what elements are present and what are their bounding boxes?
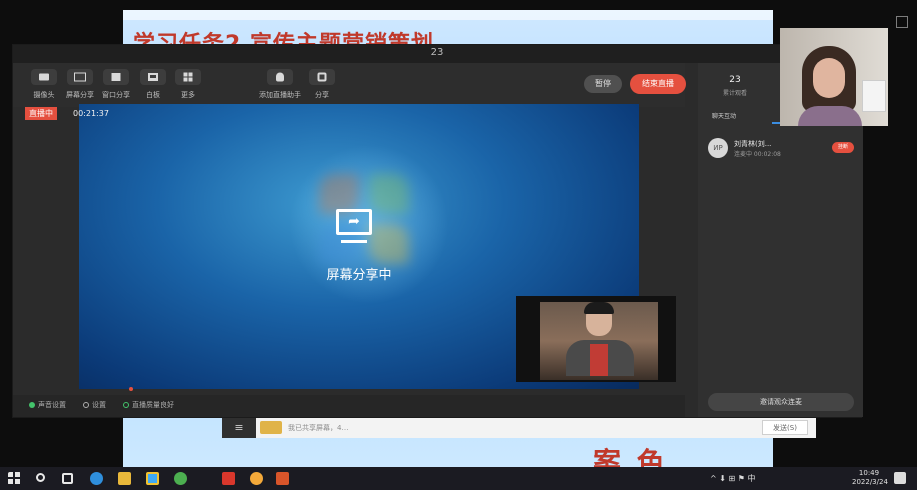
- host-camera-feed[interactable]: [780, 28, 888, 126]
- add-assistant-label: 添加直播助手: [259, 91, 301, 99]
- audio-settings-button[interactable]: 声音设置: [29, 400, 66, 410]
- viewer-list-item: ИР 刘青林(刘... 连麦中 00:02:08 挂断: [708, 138, 858, 162]
- stream-quality-indicator: 直播质量良好: [123, 400, 174, 410]
- share-icon: [317, 72, 327, 82]
- search-icon[interactable]: [36, 473, 45, 482]
- screen-share-icon: [74, 72, 86, 82]
- window-title: 23: [430, 47, 444, 58]
- settings-button[interactable]: 设置: [83, 400, 106, 410]
- start-menu-icon[interactable]: [8, 472, 21, 485]
- host-face: [813, 58, 845, 98]
- add-assistant-icon: [276, 72, 284, 82]
- hang-up-button[interactable]: 挂断: [832, 142, 854, 153]
- tab-chat[interactable]: 聊天互动: [712, 111, 736, 120]
- windows-logo-piece: [319, 174, 359, 214]
- live-badge: 直播中: [25, 107, 57, 120]
- viewer-status: 连麦中 00:02:08: [734, 151, 781, 158]
- screen-share-status-text: 屏幕分享中: [326, 268, 392, 283]
- bottom-status-bar: 声音设置 设置 直播质量良好: [13, 395, 685, 417]
- send-button[interactable]: 发送(S): [762, 420, 808, 435]
- whiteboard-icon: [148, 73, 158, 81]
- chat-input-bar: ≡ 我已共享屏幕，4… 发送(S): [222, 418, 816, 438]
- camera-icon: [39, 73, 49, 81]
- guest-camera-feed[interactable]: [516, 296, 676, 382]
- window-share-icon: [111, 73, 121, 81]
- guest-shirt: [590, 344, 608, 376]
- restore-window-icon[interactable]: [896, 16, 908, 28]
- signal-icon: [123, 402, 129, 408]
- avatar: ИР: [708, 138, 728, 158]
- browser-icon[interactable]: [250, 472, 263, 485]
- end-live-button[interactable]: 结束直播: [630, 74, 686, 94]
- invite-connect-button[interactable]: 邀请观众连麦: [708, 393, 854, 411]
- audio-settings-label: 声音设置: [38, 401, 66, 409]
- add-assistant-button[interactable]: 添加直播助手: [252, 69, 308, 100]
- more-grid-icon: [183, 72, 193, 82]
- chat-app-icon[interactable]: [174, 472, 187, 485]
- host-shirt: [798, 106, 862, 126]
- gear-icon: [83, 402, 89, 408]
- more-button[interactable]: 更多: [167, 69, 209, 100]
- window-titlebar: 23: [13, 45, 861, 63]
- wps-presentation-icon[interactable]: [276, 472, 289, 485]
- wall-poster: [862, 80, 886, 112]
- taskbar: ^ ⬇ ⊞ ⚑ 中 10:49 2022/3/24: [0, 467, 917, 490]
- taskbar-clock[interactable]: 10:49 2022/3/24: [852, 469, 888, 487]
- share-button[interactable]: 分享: [301, 69, 343, 100]
- task-view-icon[interactable]: [62, 473, 73, 484]
- viewer-count-label: 累计观看: [722, 90, 747, 97]
- edge-browser-icon[interactable]: [90, 472, 103, 485]
- guest-cap: [584, 302, 614, 314]
- file-explorer-icon[interactable]: [118, 472, 131, 485]
- stream-quality-label: 直播质量良好: [132, 401, 174, 409]
- settings-notification-dot: [129, 387, 133, 391]
- chat-menu-button[interactable]: ≡: [222, 418, 256, 438]
- viewer-name: 刘青林(刘...: [734, 140, 772, 148]
- more-label: 更多: [181, 91, 195, 99]
- microphone-icon: [29, 402, 35, 408]
- shared-image-thumbnail[interactable]: [260, 421, 282, 434]
- windows-logo-piece: [369, 224, 409, 264]
- window-share-label: 窗口分享: [102, 91, 130, 99]
- slide-stripe: [123, 10, 773, 20]
- screen-share-status-icon: ➦: [336, 209, 372, 235]
- clock-time: 10:49: [858, 469, 880, 477]
- notification-icon[interactable]: [894, 472, 906, 484]
- settings-label: 设置: [92, 401, 106, 409]
- screen-share-status-icon-base: [341, 240, 367, 243]
- live-timer: 00:21:37: [73, 109, 109, 118]
- chat-message-preview: 我已共享屏幕，4…: [288, 424, 349, 432]
- pause-button[interactable]: 暂停: [584, 75, 622, 93]
- windows-logo-piece: [369, 174, 409, 214]
- live-app-icon[interactable]: [146, 472, 159, 485]
- window-share-button[interactable]: 窗口分享: [95, 69, 137, 100]
- system-tray[interactable]: ^ ⬇ ⊞ ⚑ 中: [710, 473, 755, 484]
- clock-date: 2022/3/24: [852, 478, 888, 486]
- viewer-count: 23: [729, 75, 741, 85]
- share-label: 分享: [315, 91, 329, 99]
- live-stream-window: 23 摄像头 屏幕分享 窗口分享 白板 更多 添加直播助手 分享 暂停 结束直播…: [12, 44, 863, 418]
- wps-writer-icon[interactable]: [222, 472, 235, 485]
